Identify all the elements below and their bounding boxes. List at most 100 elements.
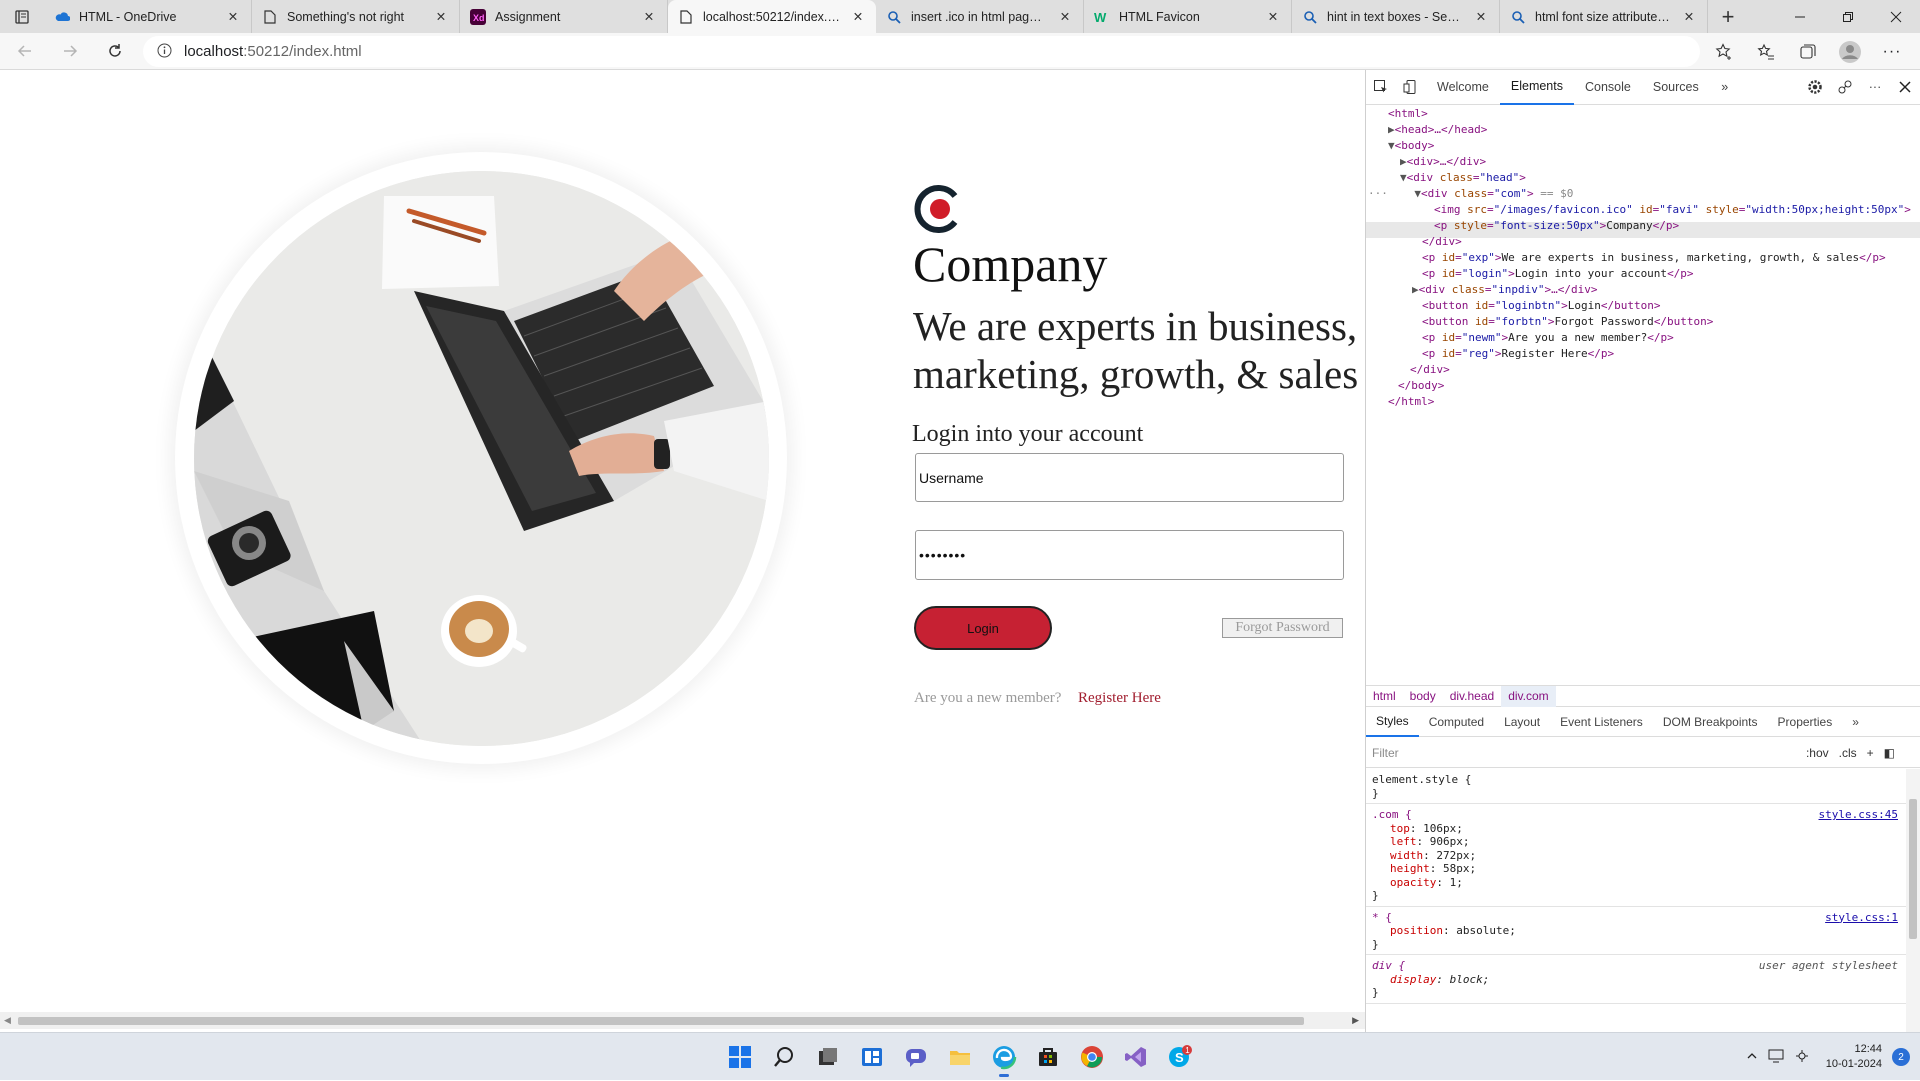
share-feedback-button[interactable]	[1830, 70, 1860, 105]
rule-element-style[interactable]: element.style { }	[1366, 769, 1906, 804]
tab-localhost[interactable]: localhost:50212/index.html ✕	[668, 0, 876, 33]
edge-icon[interactable]	[987, 1040, 1021, 1077]
minimize-button[interactable]	[1776, 0, 1824, 33]
settings-more-button[interactable]: ···	[1874, 36, 1910, 67]
close-tab-icon[interactable]: ✕	[641, 9, 657, 25]
rule-source-link[interactable]: style.css:45	[1819, 808, 1898, 822]
breadcrumb-body[interactable]: body	[1403, 686, 1443, 707]
dom-node-p-reg[interactable]: <p id="reg">Register Here</p>	[1422, 346, 1614, 362]
devtools-tab-sources[interactable]: Sources	[1642, 70, 1710, 105]
dom-node-div-close[interactable]: </div>	[1410, 362, 1450, 378]
css-property[interactable]: left: 906px;	[1372, 835, 1902, 849]
subtab-layout[interactable]: Layout	[1494, 707, 1550, 737]
task-view-icon[interactable]	[811, 1040, 845, 1074]
close-tab-icon[interactable]: ✕	[1473, 9, 1489, 25]
expand-triangle-icon[interactable]: ▶	[1388, 123, 1395, 136]
notification-badge[interactable]: 2	[1892, 1048, 1910, 1066]
forgot-password-button[interactable]: Forgot Password	[1222, 618, 1343, 638]
rule-universal[interactable]: * { style.css:1 position: absolute; }	[1366, 907, 1906, 955]
devtools-settings-button[interactable]	[1800, 70, 1830, 105]
more-subtabs-chevron-icon[interactable]: »	[1842, 707, 1869, 737]
file-explorer-icon[interactable]	[943, 1040, 977, 1074]
info-icon[interactable]	[157, 43, 172, 61]
inspect-element-button[interactable]	[1366, 70, 1396, 105]
chrome-icon[interactable]	[1075, 1040, 1109, 1074]
close-tab-icon[interactable]: ✕	[850, 9, 866, 25]
visual-studio-icon[interactable]	[1119, 1040, 1153, 1074]
collapse-triangle-icon[interactable]: ▼	[1388, 139, 1395, 152]
subtab-properties[interactable]: Properties	[1768, 707, 1843, 737]
close-tab-icon[interactable]: ✕	[1057, 9, 1073, 25]
dom-node-p-company[interactable]: <p style="font-size:50px">Company</p>	[1434, 218, 1679, 234]
close-devtools-button[interactable]	[1890, 70, 1920, 105]
tab-hint-textboxes[interactable]: hint in text boxes - Search ✕	[1292, 0, 1500, 33]
cls-toggle[interactable]: .cls	[1839, 746, 1857, 760]
devtools-tab-welcome[interactable]: Welcome	[1426, 70, 1500, 105]
refresh-button[interactable]	[95, 35, 135, 67]
styles-vertical-scrollbar[interactable]	[1906, 769, 1920, 1032]
tab-insert-ico[interactable]: insert .ico in html page - Se ✕	[876, 0, 1084, 33]
close-tab-icon[interactable]: ✕	[1265, 9, 1281, 25]
subtab-event-listeners[interactable]: Event Listeners	[1550, 707, 1653, 737]
collapse-triangle-icon[interactable]: ▼	[1414, 187, 1421, 200]
more-tabs-chevron-icon[interactable]: »	[1710, 70, 1740, 105]
skype-icon[interactable]: S1	[1163, 1040, 1197, 1074]
back-button[interactable]	[5, 35, 45, 67]
tab-html-favicon[interactable]: W HTML Favicon ✕	[1084, 0, 1292, 33]
network-icon[interactable]	[1794, 1048, 1810, 1067]
collapse-triangle-icon[interactable]: ▼	[1400, 171, 1407, 184]
expand-triangle-icon[interactable]: ▶	[1400, 155, 1407, 168]
new-tab-button[interactable]: +	[1708, 0, 1748, 33]
devtools-tab-elements[interactable]: Elements	[1499, 70, 1574, 105]
subtab-computed[interactable]: Computed	[1419, 707, 1494, 737]
dom-node-p-exp[interactable]: <p id="exp">We are experts in business, …	[1422, 250, 1886, 266]
close-window-button[interactable]	[1872, 0, 1920, 33]
scroll-right-arrow-icon[interactable]: ▶	[1352, 1015, 1359, 1026]
dom-node-div-com[interactable]: ··· ▼<div class="com"> == $0	[1368, 186, 1573, 202]
tab-onedrive[interactable]: HTML - OneDrive ✕	[44, 0, 252, 33]
dom-node-html[interactable]: <html>	[1388, 106, 1428, 122]
favorites-button[interactable]	[1748, 36, 1784, 67]
dom-node-html-close[interactable]: </html>	[1388, 394, 1434, 410]
dom-node-head[interactable]: ▶<head>…</head>	[1388, 122, 1487, 138]
dom-node-p-login[interactable]: <p id="login">Login into your account</p…	[1422, 266, 1694, 282]
new-rule-plus-icon[interactable]: +	[1867, 746, 1874, 760]
styles-scroll-thumb[interactable]	[1909, 799, 1917, 939]
close-tab-icon[interactable]: ✕	[433, 9, 449, 25]
tab-actions-button[interactable]	[0, 0, 44, 33]
rule-com[interactable]: .com { style.css:45 top: 106px; left: 90…	[1366, 804, 1906, 907]
dom-node-forbtn[interactable]: <button id="forbtn">Forgot Password</but…	[1422, 314, 1713, 330]
breadcrumb-html[interactable]: html	[1366, 686, 1403, 707]
css-property[interactable]: position: absolute;	[1372, 924, 1902, 938]
horizontal-scroll-thumb[interactable]	[18, 1017, 1304, 1025]
system-clock[interactable]: 12:44 10-01-2024	[1820, 1042, 1882, 1072]
search-icon[interactable]	[767, 1040, 801, 1074]
hov-toggle[interactable]: :hov	[1806, 746, 1829, 760]
dom-node-loginbtn[interactable]: <button id="loginbtn">Login</button>	[1422, 298, 1660, 314]
restore-button[interactable]	[1824, 0, 1872, 33]
collections-button[interactable]	[1790, 36, 1826, 67]
forward-button[interactable]	[50, 35, 90, 67]
devtools-more-button[interactable]: ···	[1860, 70, 1890, 105]
dom-node-more-icon[interactable]: ···	[1368, 187, 1388, 200]
tab-assignment[interactable]: Xd Assignment ✕	[460, 0, 668, 33]
dom-node-div-inpdiv[interactable]: ▶<div class="inpdiv">…</div>	[1412, 282, 1597, 298]
tab-something-not-right[interactable]: Something's not right ✕	[252, 0, 460, 33]
windows-start-icon[interactable]	[723, 1040, 757, 1074]
url-field[interactable]: localhost:50212/index.html	[143, 36, 1700, 67]
close-tab-icon[interactable]: ✕	[1681, 9, 1697, 25]
dom-node-img[interactable]: <img src="/images/favicon.ico" id="favi"…	[1434, 202, 1911, 218]
dom-node-body[interactable]: ▼<body>	[1388, 138, 1434, 154]
dom-node-div-close[interactable]: </div>	[1422, 234, 1462, 250]
display-icon[interactable]	[1768, 1048, 1784, 1067]
register-link[interactable]: Register Here	[1078, 690, 1161, 707]
css-property[interactable]: opacity: 1;	[1372, 876, 1902, 890]
breadcrumb-div-com[interactable]: div.com	[1501, 685, 1556, 707]
password-input[interactable]: ••••••••	[915, 530, 1344, 580]
dom-node-div-head[interactable]: ▼<div class="head">	[1400, 170, 1526, 186]
chevron-up-icon[interactable]	[1746, 1050, 1758, 1065]
breadcrumb-div-head[interactable]: div.head	[1443, 686, 1501, 707]
devtools-tab-console[interactable]: Console	[1574, 70, 1642, 105]
dom-node-div[interactable]: ▶<div>…</div>	[1400, 154, 1486, 170]
scroll-left-arrow-icon[interactable]: ◀	[4, 1015, 11, 1026]
